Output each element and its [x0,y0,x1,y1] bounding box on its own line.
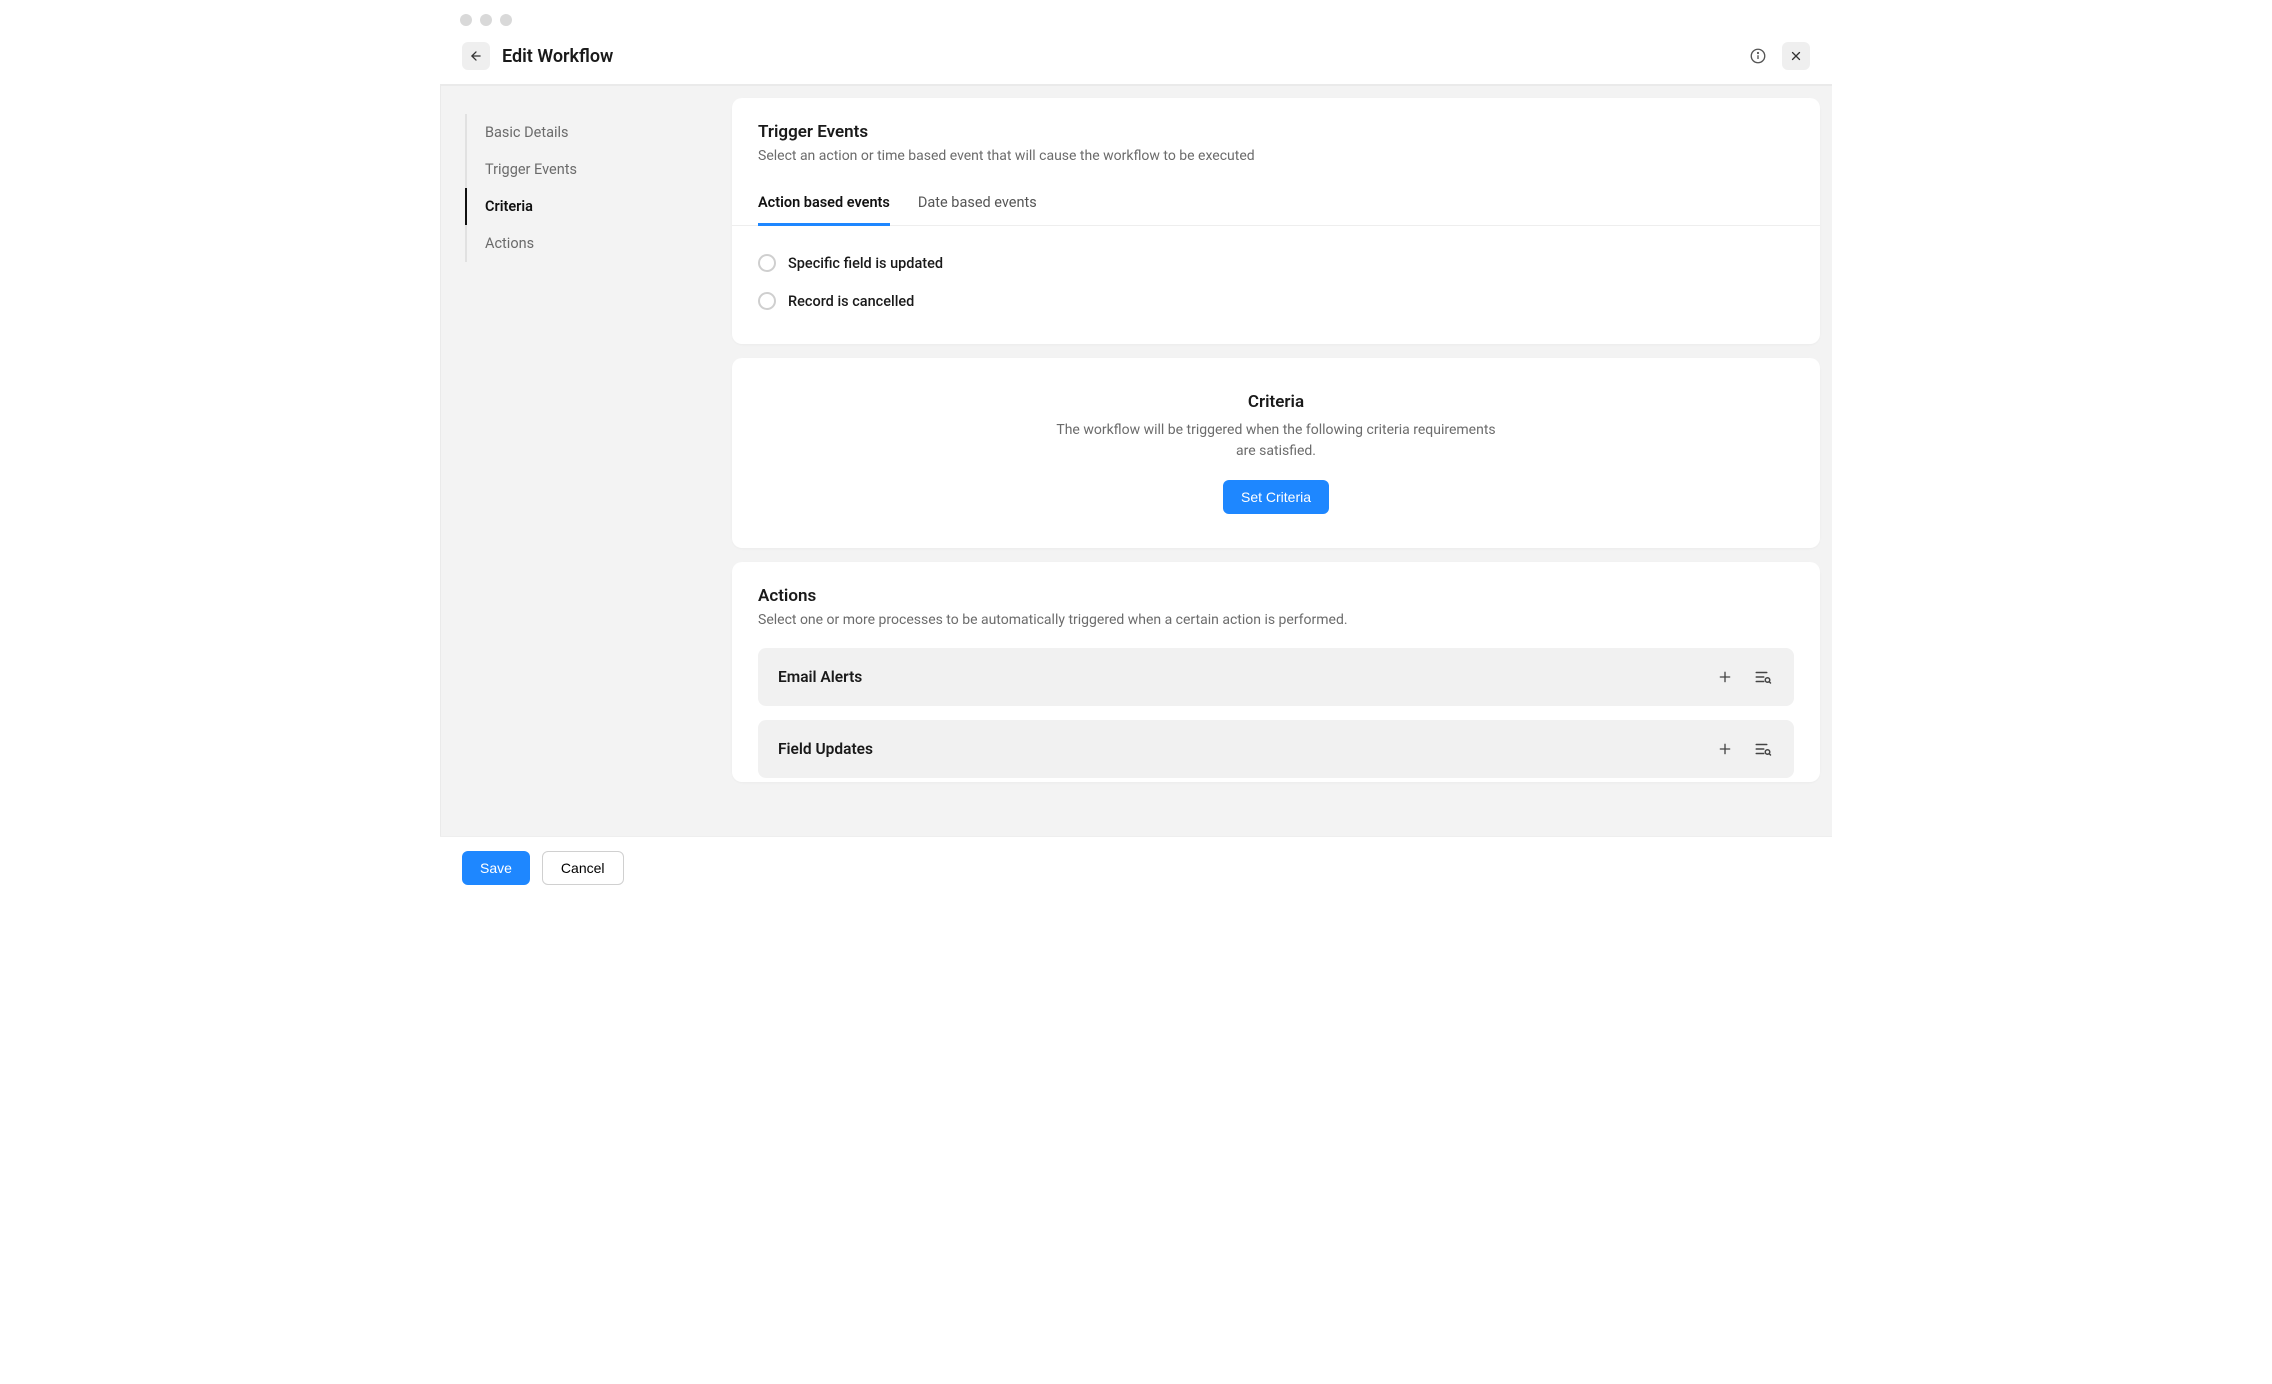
plus-icon [1717,669,1733,685]
criteria-desc: The workflow will be triggered when the … [1046,420,1506,462]
trigger-tabs: Action based events Date based events [732,184,1820,226]
action-block-title: Field Updates [778,740,873,758]
list-email-alerts-button[interactable] [1752,666,1774,688]
trigger-events-desc: Select an action or time based event tha… [758,148,1794,164]
sidebar: Basic Details Trigger Events Criteria Ac… [440,86,720,836]
save-button[interactable]: Save [462,851,530,885]
option-label: Record is cancelled [788,293,914,310]
trigger-events-card: Trigger Events Select an action or time … [732,98,1820,344]
option-specific-field-updated[interactable]: Specific field is updated [758,244,1794,282]
action-block-email-alerts: Email Alerts [758,648,1794,706]
tab-action-based[interactable]: Action based events [758,184,890,226]
window-traffic-lights [440,0,1832,34]
option-label: Specific field is updated [788,255,943,272]
page-title: Edit Workflow [502,46,1744,67]
list-search-icon [1754,668,1772,686]
action-block-field-updates: Field Updates [758,720,1794,778]
info-button[interactable] [1744,42,1772,70]
actions-card: Actions Select one or more processes to … [732,562,1820,782]
criteria-title: Criteria [758,392,1794,412]
radio-icon [758,292,776,310]
footer: Save Cancel [440,836,1832,899]
arrow-left-icon [469,49,483,63]
actions-title: Actions [758,586,1794,606]
option-record-cancelled[interactable]: Record is cancelled [758,282,1794,320]
main-content: Trigger Events Select an action or time … [720,86,1832,836]
sidebar-item-basic-details[interactable]: Basic Details [465,114,720,151]
plus-icon [1717,741,1733,757]
add-field-update-button[interactable] [1714,738,1736,760]
cancel-button[interactable]: Cancel [542,851,624,885]
list-field-updates-button[interactable] [1752,738,1774,760]
actions-desc: Select one or more processes to be autom… [758,612,1794,628]
criteria-card: Criteria The workflow will be triggered … [732,358,1820,548]
tab-date-based[interactable]: Date based events [918,184,1037,226]
close-button[interactable] [1782,42,1810,70]
sidebar-item-criteria[interactable]: Criteria [465,188,720,225]
action-block-title: Email Alerts [778,668,862,686]
set-criteria-button[interactable]: Set Criteria [1223,480,1329,514]
add-email-alert-button[interactable] [1714,666,1736,688]
page-header: Edit Workflow [440,34,1832,85]
sidebar-item-trigger-events[interactable]: Trigger Events [465,151,720,188]
radio-icon [758,254,776,272]
close-icon [1789,49,1803,63]
sidebar-item-actions[interactable]: Actions [465,225,720,262]
info-icon [1749,47,1767,65]
trigger-events-title: Trigger Events [758,122,1794,142]
back-button[interactable] [462,42,490,70]
list-search-icon [1754,740,1772,758]
